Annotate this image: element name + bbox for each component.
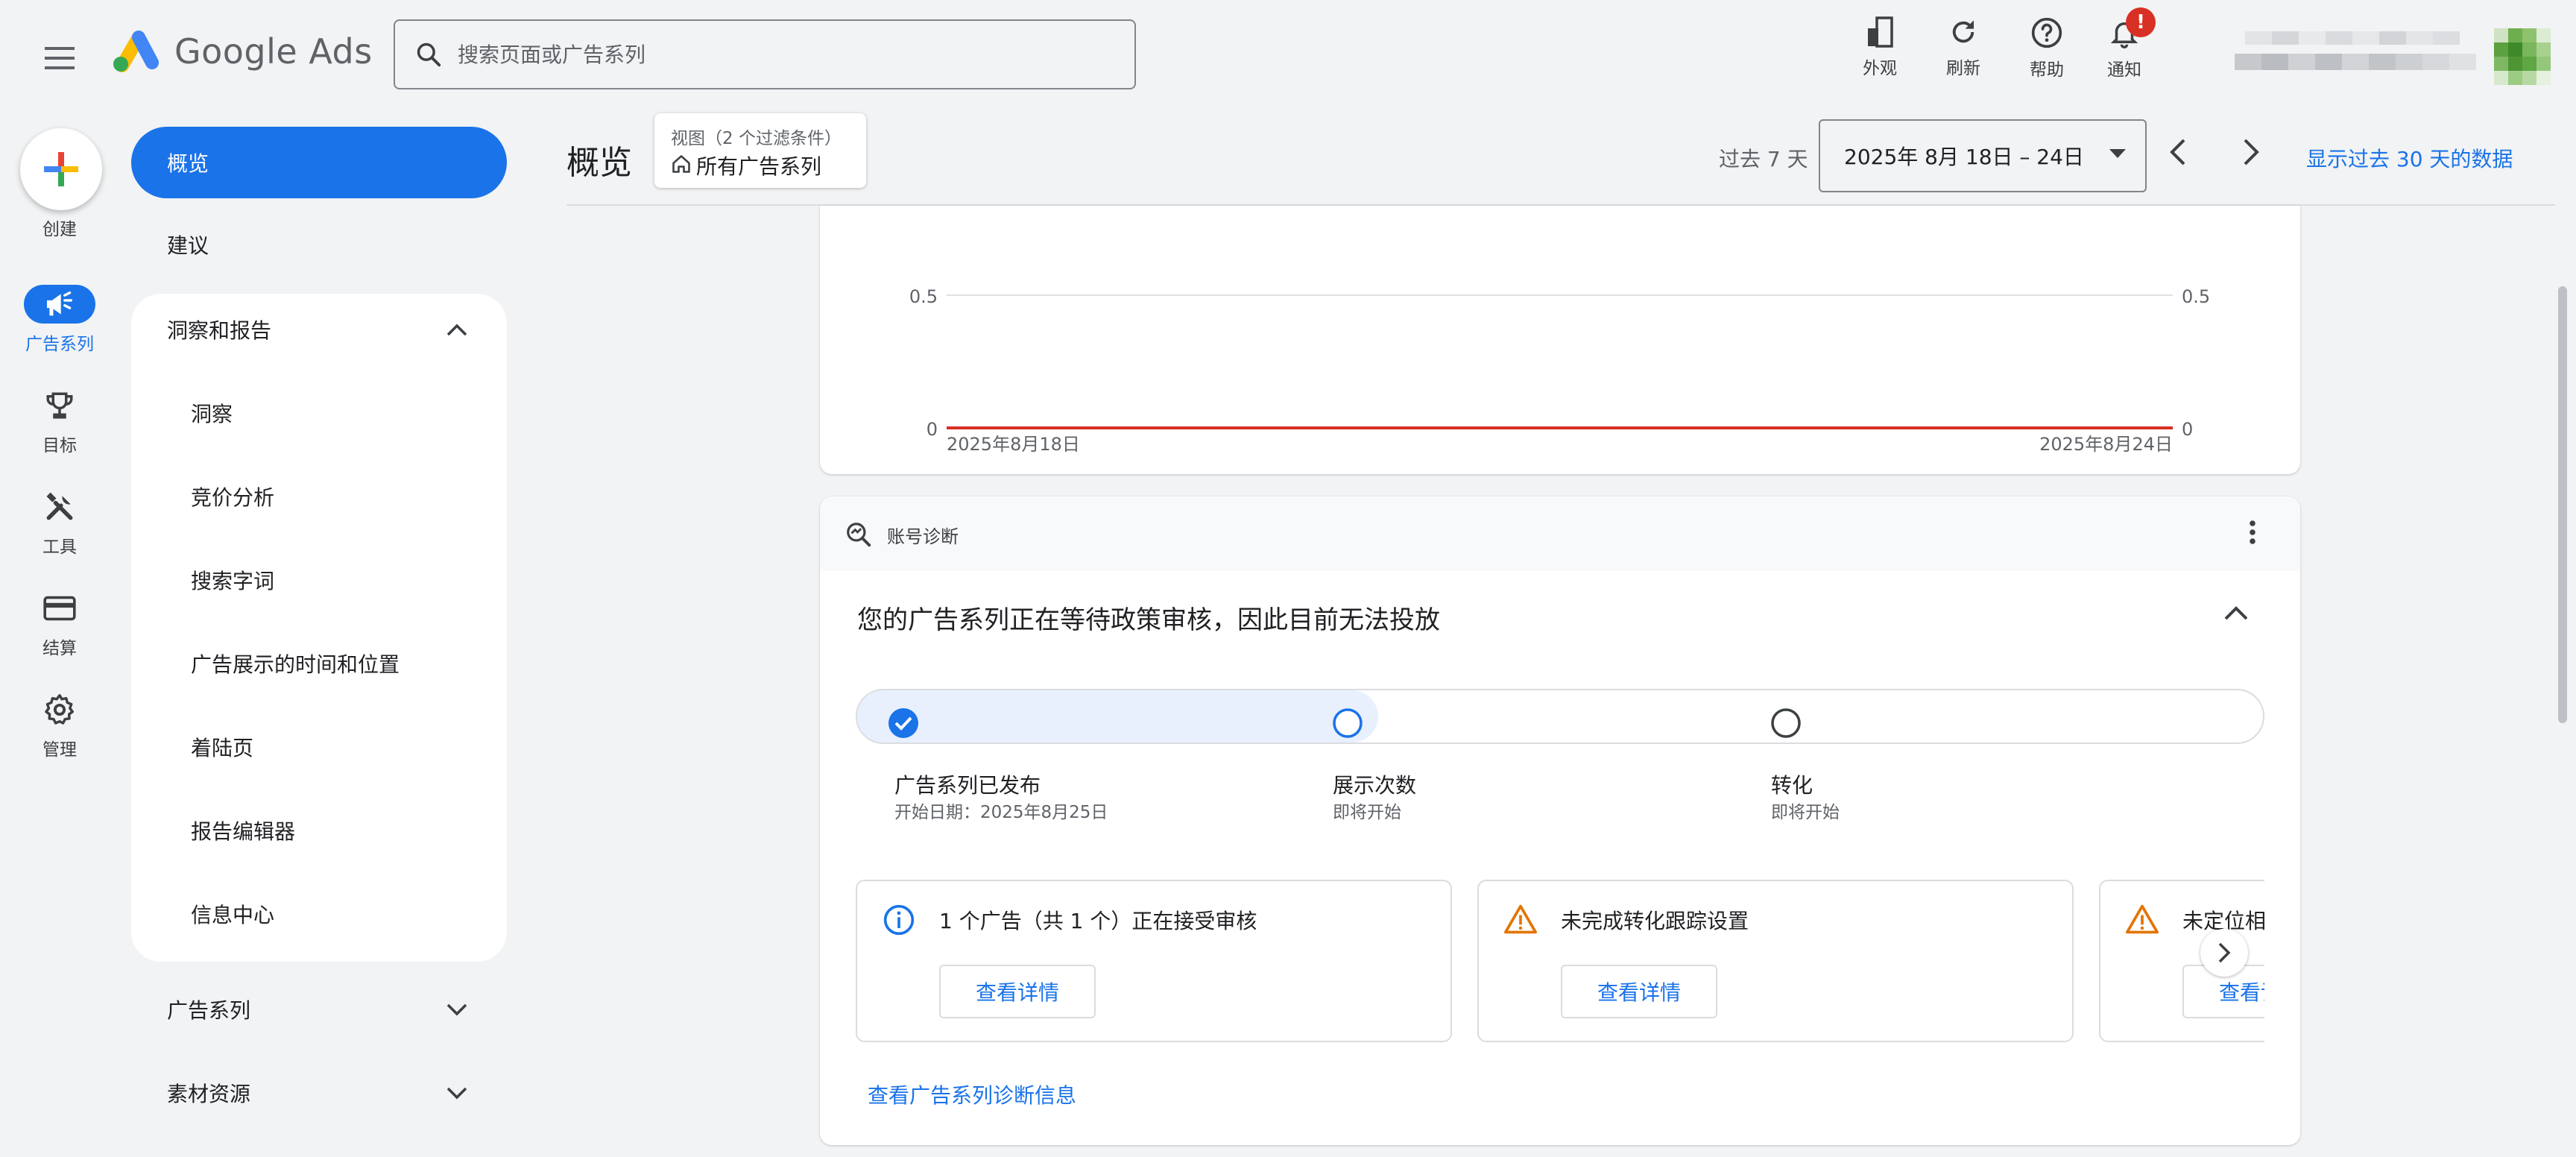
view-filter-chip[interactable]: 视图（2 个过滤条件） 所有广告系列 <box>654 113 866 188</box>
date-range-select[interactable]: 2025年 8月 18日 – 24日 <box>1819 119 2147 192</box>
tools-icon <box>46 492 73 520</box>
info-icon <box>883 904 915 936</box>
warning-icon <box>1504 904 1537 934</box>
show-30-days-link[interactable]: 显示过去 30 天的数据 <box>2306 143 2513 173</box>
nav-subitem-dashboards[interactable]: 信息中心 <box>191 899 274 929</box>
issue-card: 未完成转化跟踪设置 查看详情 <box>1477 880 2074 1042</box>
nav-recommendations-label: 建议 <box>167 233 209 258</box>
issue-title: 1 个广告（共 1 个）正在接受审核 <box>939 909 1257 933</box>
notifications-label: 通知 <box>2107 60 2141 80</box>
performance-chart-card: 0.5 0 0.5 0 2025年8月18日 2025年8月24日 <box>820 206 2300 474</box>
y2-tick-label: 0.5 <box>2182 286 2210 307</box>
rail-item-campaigns[interactable] <box>24 285 95 324</box>
avatar[interactable] <box>2494 28 2551 85</box>
next-period-button[interactable] <box>2239 137 2263 167</box>
nav-item-overview[interactable]: 概览 <box>131 127 507 198</box>
nav-assets-label: 素材资源 <box>167 1082 251 1106</box>
megaphone-icon <box>47 291 72 316</box>
issue-title: 未完成转化跟踪设置 <box>1561 909 1749 933</box>
page-scrollbar[interactable] <box>2558 286 2567 723</box>
chevron-up-icon <box>446 324 467 336</box>
appearance-icon <box>1868 16 1893 48</box>
rail-billing-label: 结算 <box>42 639 77 658</box>
nav-item-campaigns[interactable]: 广告系列 <box>131 974 507 1045</box>
nav-group-insights-reports <box>131 294 507 962</box>
dropdown-arrow-icon <box>2109 149 2126 158</box>
help-button[interactable]: 帮助 <box>2011 16 2083 83</box>
gear-icon <box>45 694 74 725</box>
rail-campaigns-label: 广告系列 <box>25 335 94 354</box>
rail-goals-label: 目标 <box>42 436 77 455</box>
plus-icon <box>44 152 78 186</box>
rail-create-label: 创建 <box>42 220 77 239</box>
chevron-down-icon <box>446 1087 467 1100</box>
nav-item-recommendations[interactable]: 建议 <box>131 209 507 280</box>
appearance-label: 外观 <box>1863 59 1897 78</box>
y-tick-label: 0 <box>926 419 938 440</box>
rail-item-tools[interactable] <box>24 488 95 526</box>
account-info-blurred[interactable] <box>2235 27 2488 76</box>
nav-subitem-insights[interactable]: 洞察 <box>191 398 233 428</box>
rail-tools-label: 工具 <box>42 537 77 557</box>
google-ads-logo[interactable]: Google Ads <box>112 30 373 73</box>
view-campaign-diagnostics-link[interactable]: 查看广告系列诊断信息 <box>868 1079 1076 1109</box>
search-box[interactable] <box>394 19 1136 89</box>
chevron-down-icon <box>446 1003 467 1016</box>
search-input[interactable] <box>456 41 1115 68</box>
view-details-button[interactable]: 查看详情 <box>939 965 1096 1018</box>
main-menu-button[interactable] <box>37 36 82 81</box>
view-details-button[interactable]: 查看详情 <box>1561 965 1717 1018</box>
appearance-button[interactable]: 外观 <box>1844 16 1916 83</box>
google-ads-logo-icon <box>113 31 159 72</box>
app-name: Google Ads <box>174 31 373 72</box>
notification-badge: ! <box>2126 7 2156 37</box>
date-range-label: 过去 7 天 <box>1719 147 1808 171</box>
view-filter-label: 视图（2 个过滤条件） <box>671 129 842 148</box>
trophy-icon <box>46 392 73 419</box>
x-tick-label: 2025年8月18日 <box>947 434 1080 455</box>
credit-card-icon <box>43 596 76 621</box>
issues-carousel: 1 个广告（共 1 个）正在接受审核 查看详情 未完成转化跟踪设置 查看详情 未… <box>856 496 2264 1145</box>
nav-subitem-search-terms[interactable]: 搜索字词 <box>191 565 274 595</box>
refresh-button[interactable]: 刷新 <box>1928 16 1999 83</box>
carousel-next-button[interactable] <box>2200 929 2248 977</box>
nav-item-assets[interactable]: 素材资源 <box>131 1057 507 1129</box>
nav-subitem-report-editor[interactable]: 报告编辑器 <box>191 816 295 845</box>
top-bar <box>0 0 2576 115</box>
hamburger-menu-icon <box>45 47 75 69</box>
nav-subitem-auction-insights[interactable]: 竞价分析 <box>191 482 274 511</box>
refresh-icon <box>1952 20 1974 43</box>
help-label: 帮助 <box>2030 60 2064 80</box>
nav-overview-label: 概览 <box>167 151 209 176</box>
nav-campaigns-label: 广告系列 <box>167 998 251 1023</box>
home-icon <box>672 155 690 173</box>
issue-card: 1 个广告（共 1 个）正在接受审核 查看详情 <box>856 880 1452 1042</box>
refresh-label: 刷新 <box>1946 59 1980 78</box>
chevron-right-icon <box>2244 139 2259 165</box>
nav-subitem-when-where[interactable]: 广告展示的时间和位置 <box>191 649 400 678</box>
rail-item-admin[interactable] <box>24 690 95 729</box>
nav-subitem-landing-pages[interactable]: 着陆页 <box>191 732 253 762</box>
x-tick-label: 2025年8月24日 <box>2039 434 2173 455</box>
search-icon <box>417 42 441 67</box>
y2-tick-label: 0 <box>2182 419 2193 440</box>
view-filter-value: 所有广告系列 <box>696 154 822 179</box>
rail-item-goals[interactable] <box>24 386 95 425</box>
create-button[interactable] <box>20 128 102 210</box>
help-icon <box>2031 17 2062 48</box>
performance-chart: 0.5 0 0.5 0 2025年8月18日 2025年8月24日 <box>909 286 2210 455</box>
nav-insights-reports-label: 洞察和报告 <box>167 318 272 343</box>
date-range-value: 2025年 8月 18日 – 24日 <box>1844 145 2084 169</box>
warning-icon <box>2126 904 2159 934</box>
chevron-left-icon <box>2170 139 2185 165</box>
chevron-right-icon <box>2218 942 2231 963</box>
account-diagnostics-card: 账号诊断 您的广告系列正在等待政策审核，因此目前无法投放 广告系列已发布 开始日… <box>820 496 2300 1145</box>
nav-item-insights-reports[interactable]: 洞察和报告 <box>131 294 507 365</box>
y-tick-label: 0.5 <box>909 286 938 307</box>
previous-period-button[interactable] <box>2166 137 2190 167</box>
page-title: 概览 <box>566 144 632 182</box>
rail-admin-label: 管理 <box>42 740 77 760</box>
rail-item-billing[interactable] <box>24 589 95 628</box>
